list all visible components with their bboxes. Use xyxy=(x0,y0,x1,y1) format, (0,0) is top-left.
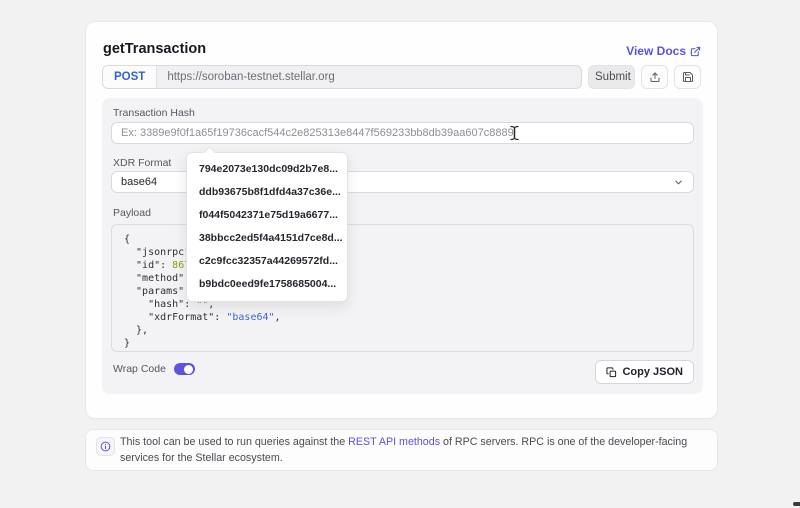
suggestion-item[interactable]: f044f5042371e75d19a6677... xyxy=(187,204,347,227)
external-link-icon xyxy=(690,46,701,56)
payload-line: "xdrFormat": "base64", xyxy=(124,312,281,323)
save-icon xyxy=(682,72,693,82)
info-icon xyxy=(100,441,111,452)
payload-label: Payload xyxy=(113,207,151,219)
suggestion-item[interactable]: c2c9fcc32357a44269572fd... xyxy=(187,250,347,273)
chevron-down-icon xyxy=(675,180,682,184)
page-title: getTransaction xyxy=(103,41,207,57)
copy-json-button[interactable]: Copy JSON xyxy=(595,360,694,384)
transaction-hash-label: Transaction Hash xyxy=(113,107,195,119)
share-upload-icon xyxy=(650,72,659,82)
request-bar: POST https://soroban-testnet.stellar.org… xyxy=(102,65,701,89)
screen-artifact xyxy=(793,502,800,506)
submit-button[interactable]: Submit xyxy=(588,65,635,89)
info-note-card: This tool can be used to run queries aga… xyxy=(85,429,718,471)
info-icon-box xyxy=(96,437,115,456)
endpoint-url-value[interactable]: https://soroban-testnet.stellar.org xyxy=(157,66,344,88)
wrap-code-control: Wrap Code xyxy=(113,363,195,375)
page: getTransaction View Docs POST https://so… xyxy=(0,0,800,508)
save-button[interactable] xyxy=(674,65,701,89)
payload-line: }, xyxy=(124,325,149,336)
wrap-code-toggle[interactable] xyxy=(173,363,195,375)
xdr-format-label: XDR Format xyxy=(113,157,172,169)
transaction-hash-input[interactable] xyxy=(111,122,694,144)
hash-suggestions-popover: 794e2073e130dc09d2b7e8... ddb93675b8f1dfd… xyxy=(186,146,348,302)
view-docs-label: View Docs xyxy=(626,44,686,58)
wrap-code-label: Wrap Code xyxy=(113,363,166,375)
xdr-format-value: base64 xyxy=(121,176,158,188)
suggestion-item[interactable]: 38bbcc2ed5f4a4151d7ce8d... xyxy=(187,227,347,250)
http-method-badge: POST xyxy=(103,66,158,88)
rest-api-methods-link[interactable]: REST API methods xyxy=(348,436,440,448)
toggle-knob xyxy=(184,364,194,374)
suggestion-item[interactable]: 794e2073e130dc09d2b7e8... xyxy=(187,158,347,181)
note-prefix: This tool can be used to run queries aga… xyxy=(120,436,349,448)
suggestion-item[interactable]: ddb93675b8f1dfd4a37c36e... xyxy=(187,181,347,204)
endpoint-url-group: POST https://soroban-testnet.stellar.org xyxy=(102,65,582,89)
share-button[interactable] xyxy=(641,65,668,89)
info-note-text: This tool can be used to run queries aga… xyxy=(120,435,705,466)
endpoint-card: getTransaction View Docs POST https://so… xyxy=(85,21,718,419)
text-cursor-icon xyxy=(509,125,520,146)
view-docs-link[interactable]: View Docs xyxy=(626,44,701,58)
payload-line: } xyxy=(124,338,131,349)
suggestion-item[interactable]: b9bdc0eed9fe1758685004... xyxy=(187,273,347,296)
copy-json-label: Copy JSON xyxy=(622,366,683,378)
copy-icon xyxy=(606,366,617,377)
